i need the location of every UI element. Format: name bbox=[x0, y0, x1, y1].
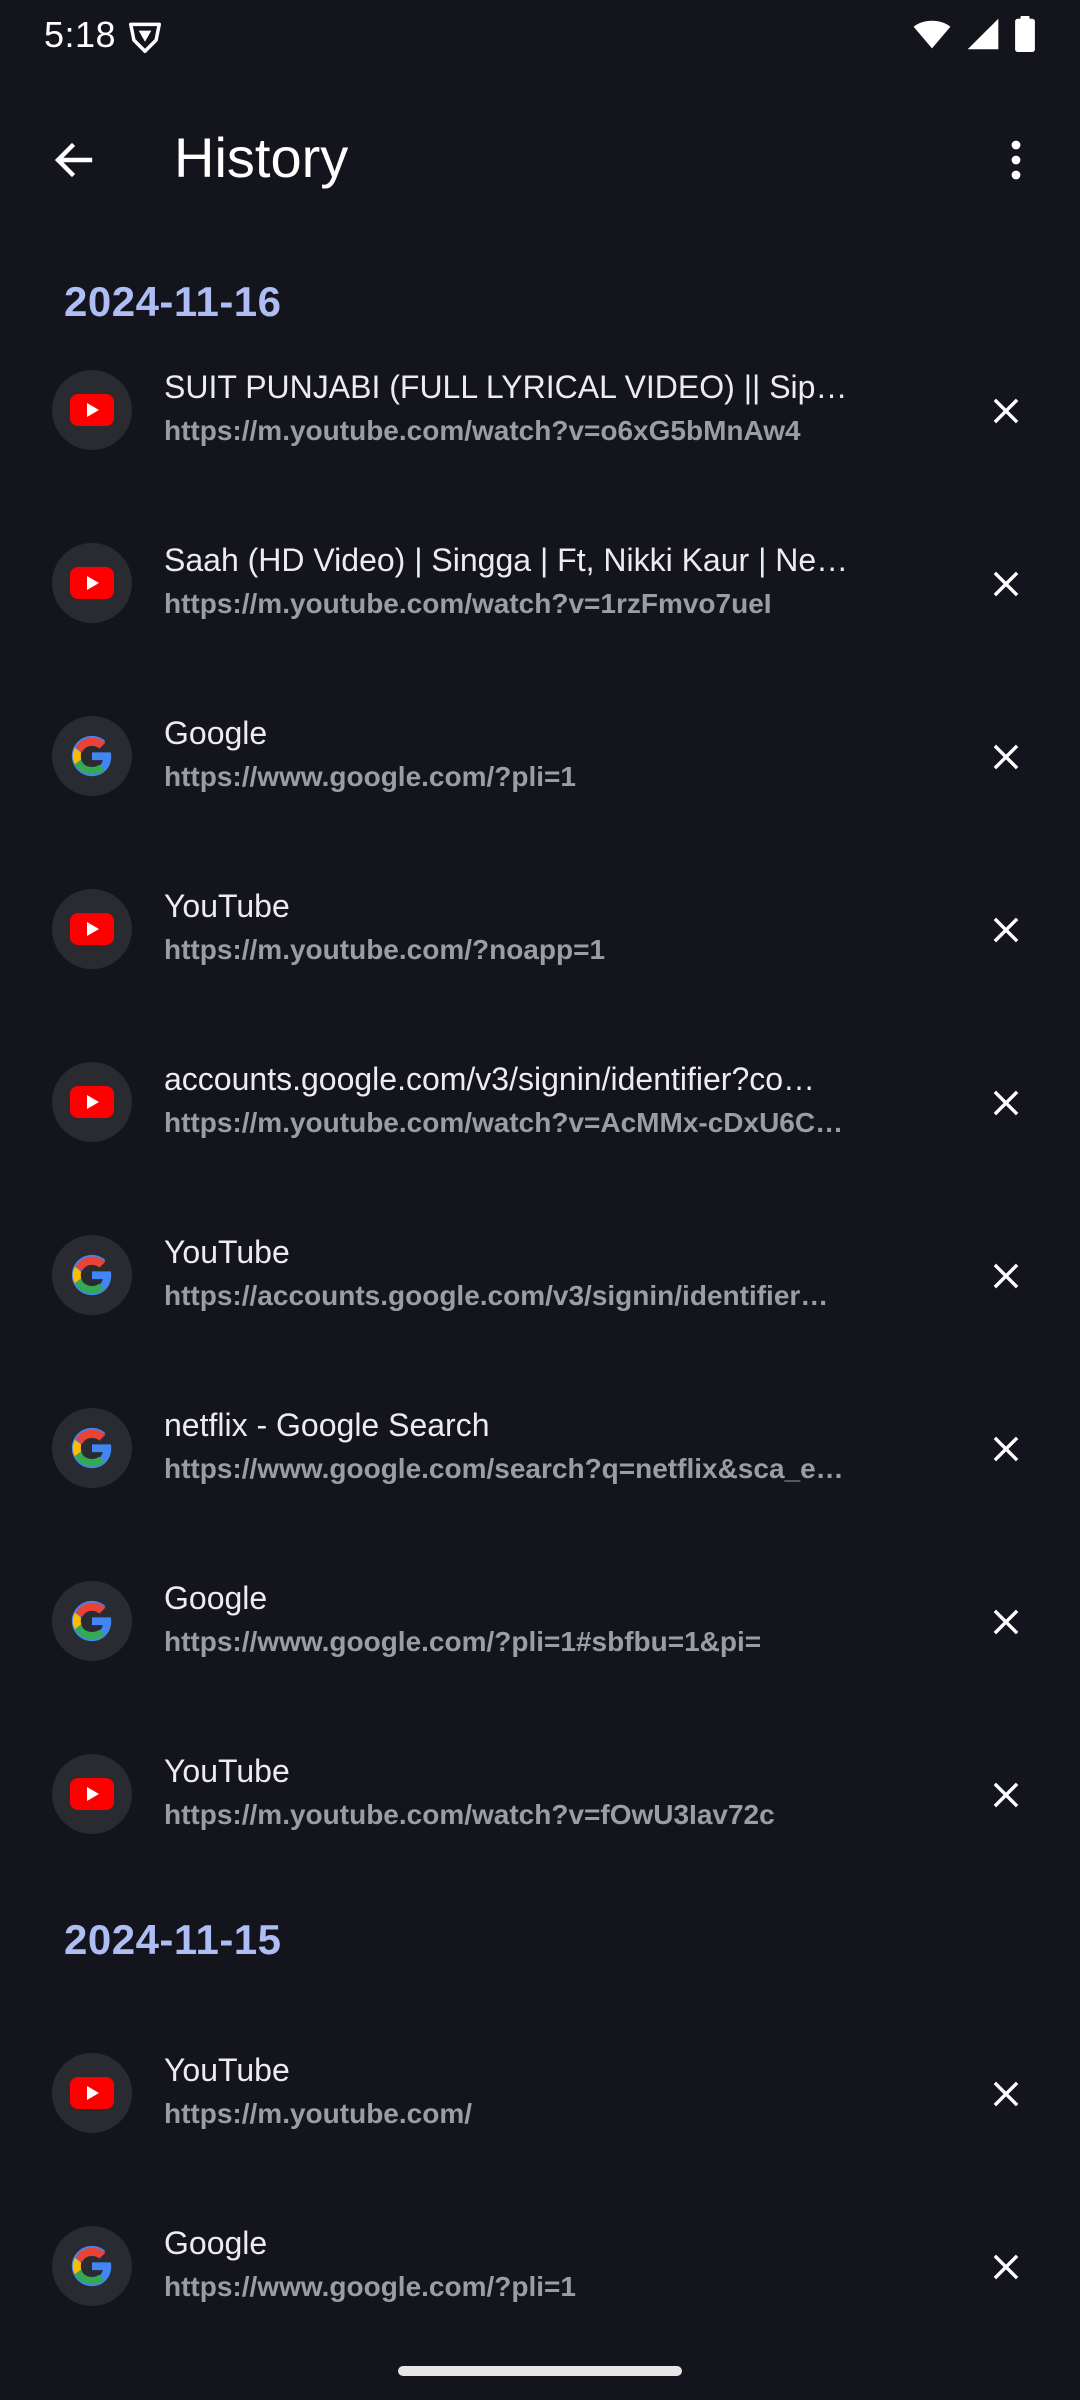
google-icon bbox=[52, 1408, 132, 1488]
close-icon bbox=[993, 917, 1019, 943]
remove-item-button[interactable] bbox=[972, 2233, 1040, 2301]
history-item-title: netflix - Google Search bbox=[164, 1407, 490, 1443]
close-icon bbox=[993, 744, 1019, 770]
close-icon bbox=[993, 1090, 1019, 1116]
history-item-title: YouTube bbox=[164, 1234, 290, 1270]
history-item[interactable]: Saah (HD Video) | Singga | Ft, Nikki Kau… bbox=[0, 496, 1080, 669]
back-button[interactable] bbox=[40, 126, 108, 194]
close-icon bbox=[993, 2254, 1019, 2280]
history-item-url: https://m.youtube.com/ bbox=[164, 2098, 472, 2129]
google-icon bbox=[52, 2226, 132, 2306]
history-item-title: Saah (HD Video) | Singga | Ft, Nikki Kau… bbox=[164, 542, 849, 578]
status-icons bbox=[912, 16, 1036, 52]
page-title: History bbox=[174, 126, 349, 189]
date-header: 2024-11-15 bbox=[64, 1916, 282, 1963]
google-icon bbox=[52, 1235, 132, 1315]
google-icon bbox=[52, 1581, 132, 1661]
remove-item-button[interactable] bbox=[972, 723, 1040, 791]
history-item-url: https://m.youtube.com/?noapp=1 bbox=[164, 934, 606, 965]
battery-icon bbox=[1015, 16, 1035, 52]
vpn-shield-icon bbox=[129, 22, 161, 53]
history-item-url: https://www.google.com/?pli=1 bbox=[164, 761, 576, 792]
more-options-button[interactable] bbox=[982, 126, 1050, 194]
history-item-title: YouTube bbox=[164, 2052, 290, 2088]
close-icon bbox=[993, 1782, 1019, 1808]
status-time: 5:18 bbox=[44, 14, 117, 55]
more-vert-icon bbox=[1011, 140, 1021, 180]
history-item[interactable]: Google https://www.google.com/?pli=1#sbf… bbox=[0, 1534, 1080, 1707]
remove-item-button[interactable] bbox=[972, 377, 1040, 445]
history-item[interactable]: SUIT PUNJABI (FULL LYRICAL VIDEO) || Sip… bbox=[0, 323, 1080, 496]
remove-item-button[interactable] bbox=[972, 896, 1040, 964]
youtube-icon bbox=[52, 370, 132, 450]
history-item-url: https://m.youtube.com/watch?v=fOwU3Iav72… bbox=[164, 1799, 775, 1830]
history-item-title: accounts.google.com/v3/signin/identifier… bbox=[164, 1061, 816, 1097]
remove-item-button[interactable] bbox=[972, 1415, 1040, 1483]
close-icon bbox=[993, 1436, 1019, 1462]
history-item[interactable]: YouTube https://m.youtube.com/?noapp=1 bbox=[0, 842, 1080, 1015]
home-indicator[interactable] bbox=[398, 2366, 682, 2376]
date-header: 2024-11-16 bbox=[64, 278, 282, 325]
history-item-title: YouTube bbox=[164, 888, 290, 924]
history-item[interactable]: YouTube https://m.youtube.com/ bbox=[0, 2006, 1080, 2179]
signal-icon bbox=[967, 18, 999, 50]
close-icon bbox=[993, 398, 1019, 424]
wifi-icon bbox=[913, 20, 951, 49]
youtube-icon bbox=[52, 1062, 132, 1142]
youtube-icon bbox=[52, 889, 132, 969]
history-item[interactable]: YouTube https://accounts.google.com/v3/s… bbox=[0, 1188, 1080, 1361]
history-item[interactable]: Google https://www.google.com/?pli=1 bbox=[0, 2179, 1080, 2352]
youtube-icon bbox=[52, 543, 132, 623]
youtube-icon bbox=[52, 1754, 132, 1834]
history-item-url: https://www.google.com/?pli=1#sbfbu=1&pi… bbox=[164, 1626, 762, 1657]
history-item-title: SUIT PUNJABI (FULL LYRICAL VIDEO) || Sip… bbox=[164, 369, 864, 405]
status-bar: 5:18 bbox=[0, 0, 1080, 72]
history-item-title: Google bbox=[164, 2225, 268, 2261]
history-item-url: https://m.youtube.com/watch?v=1rzFmvo7ue… bbox=[164, 588, 772, 619]
arrow-back-icon bbox=[54, 142, 93, 178]
history-item-title: Google bbox=[164, 715, 268, 751]
youtube-icon bbox=[52, 2053, 132, 2133]
history-item[interactable]: accounts.google.com/v3/signin/identifier… bbox=[0, 1015, 1080, 1188]
history-item[interactable]: Google https://www.google.com/?pli=1 bbox=[0, 669, 1080, 842]
close-icon bbox=[993, 1263, 1019, 1289]
history-item-url: https://www.google.com/?pli=1 bbox=[164, 2271, 576, 2302]
remove-item-button[interactable] bbox=[972, 1069, 1040, 1137]
history-item-url: https://www.google.com/search?q=netflix&… bbox=[164, 1453, 844, 1484]
remove-item-button[interactable] bbox=[972, 1242, 1040, 1310]
remove-item-button[interactable] bbox=[972, 1588, 1040, 1656]
close-icon bbox=[993, 2081, 1019, 2107]
close-icon bbox=[993, 1609, 1019, 1635]
history-item-title: Google bbox=[164, 1580, 268, 1616]
history-item-url: https://m.youtube.com/watch?v=o6xG5bMnAw… bbox=[164, 415, 801, 446]
history-item-url: https://accounts.google.com/v3/signin/id… bbox=[164, 1280, 829, 1311]
history-item-title: YouTube bbox=[164, 1753, 290, 1789]
app-bar: History bbox=[0, 100, 1080, 216]
close-icon bbox=[993, 571, 1019, 597]
google-icon bbox=[52, 716, 132, 796]
history-item[interactable]: YouTube https://m.youtube.com/watch?v=fO… bbox=[0, 1707, 1080, 1880]
remove-item-button[interactable] bbox=[972, 2060, 1040, 2128]
history-item[interactable]: netflix - Google Search https://www.goog… bbox=[0, 1361, 1080, 1534]
remove-item-button[interactable] bbox=[972, 550, 1040, 618]
history-item-url: https://m.youtube.com/watch?v=AcMMx-cDxU… bbox=[164, 1107, 844, 1138]
remove-item-button[interactable] bbox=[972, 1761, 1040, 1829]
